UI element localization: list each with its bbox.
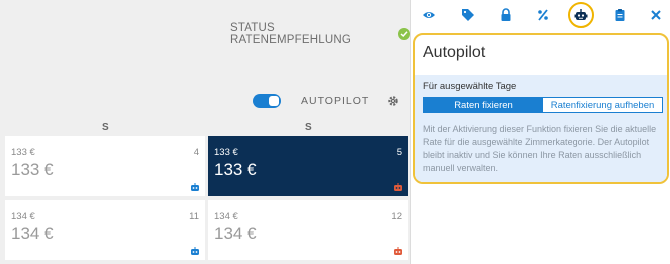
robot-icon [574,9,588,20]
price-big: 133 € [11,160,54,179]
price-big: 134 € [11,224,54,243]
side-panel: Autopilot Für ausgewählte Tage Raten fix… [410,0,670,264]
robot-icon [394,247,402,255]
status-label: STATUS RATENEMPFEHLUNG [230,22,351,46]
card-title: Autopilot [423,44,486,61]
calendar-cell[interactable]: 134 € 134 € 12 [208,200,408,260]
autopilot-card: Autopilot Für ausgewählte Tage Raten fix… [413,33,669,184]
days-label: Für ausgewählte Tage [423,81,517,92]
tag-icon[interactable] [459,6,477,24]
robot-icon-tab[interactable] [568,2,594,28]
screen: STATUS RATENEMPFEHLUNG AUTOPILOT S S 133… [0,0,670,264]
calendar-area: STATUS RATENEMPFEHLUNG AUTOPILOT S S 133… [0,0,410,264]
description-text: Mit der Aktivierung dieser Funktion fixi… [423,124,657,173]
price-small: 134 € [214,211,238,222]
robot-icon [191,247,199,255]
clipboard-icon[interactable] [611,6,629,24]
price-big: 134 € [214,224,257,243]
close-icon[interactable] [647,6,665,24]
panel-toolbar [411,0,670,30]
unfix-rates-button[interactable]: Ratenfixierung aufheben [543,98,662,112]
card-body: Für ausgewählte Tage Raten fixieren Rate… [415,75,667,182]
price-small: 134 € [11,211,35,222]
price-big: 133 € [214,160,257,179]
availability-count: 11 [189,211,199,222]
eye-icon[interactable] [420,6,438,24]
availability-count: 4 [193,147,199,158]
rate-fix-segmented-control: Raten fixieren Ratenfixierung aufheben [423,97,663,113]
day-header: S [102,122,109,133]
day-header: S [305,122,312,133]
autopilot-toggle[interactable] [253,94,281,108]
robot-icon [191,183,199,191]
price-small: 133 € [214,147,238,158]
calendar-cell[interactable]: 133 € 133 € 4 [5,136,205,196]
calendar-cell-selected[interactable]: 133 € 133 € 5 [208,136,408,196]
robot-icon [394,183,402,191]
autopilot-label: AUTOPILOT [301,95,370,107]
autopilot-row: AUTOPILOT [253,94,399,108]
price-small: 133 € [11,147,35,158]
availability-count: 5 [396,147,402,158]
check-icon [398,28,410,40]
status-ratenempfehlung: STATUS RATENEMPFEHLUNG [230,22,410,46]
percent-icon[interactable] [534,6,552,24]
calendar-cell[interactable]: 134 € 134 € 11 [5,200,205,260]
fix-rates-button[interactable]: Raten fixieren [424,98,543,112]
gear-icon[interactable] [387,95,399,107]
lock-icon[interactable] [497,6,515,24]
availability-count: 12 [391,211,402,222]
